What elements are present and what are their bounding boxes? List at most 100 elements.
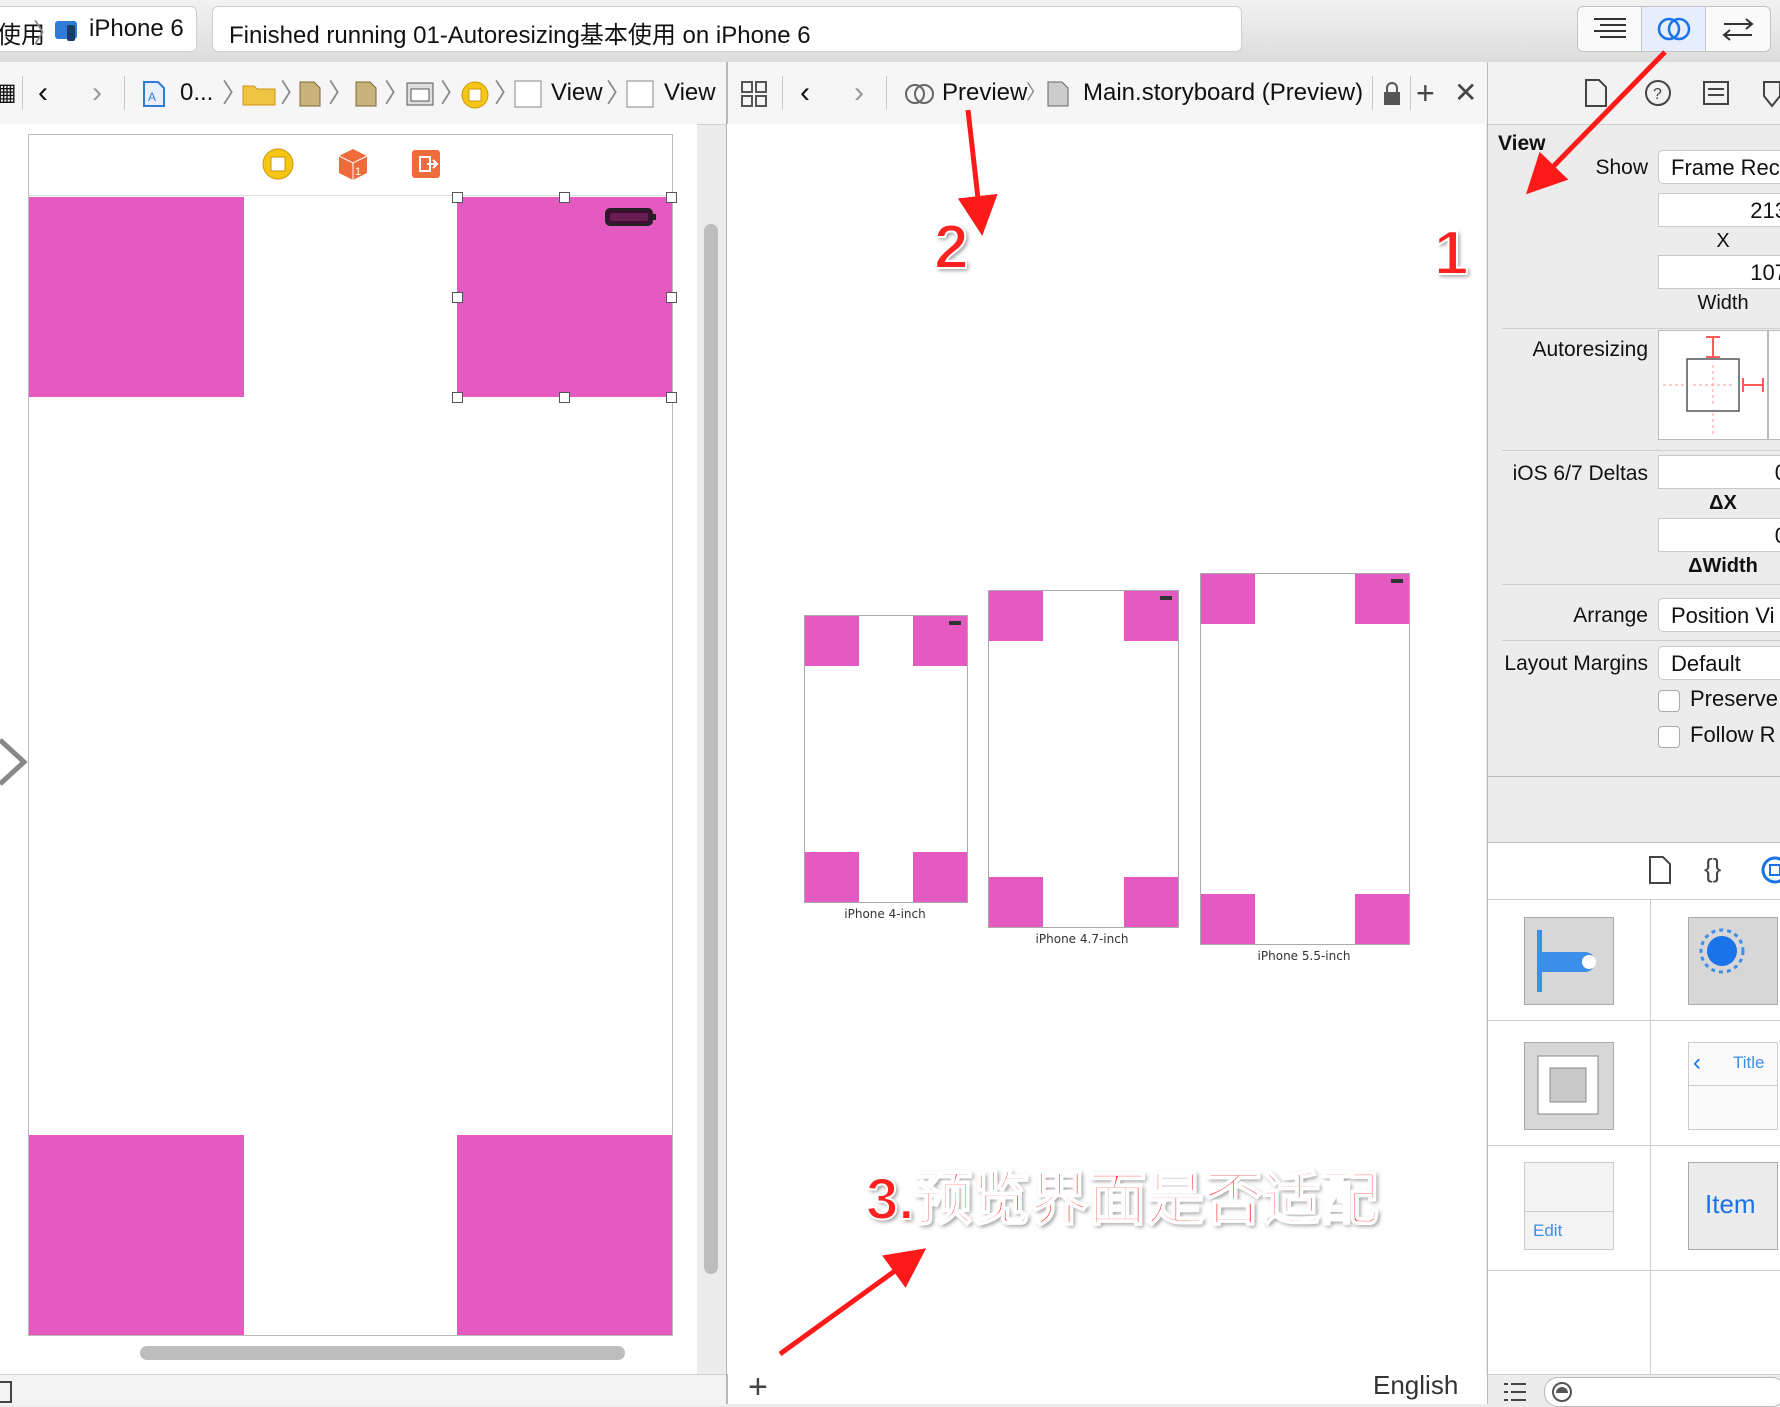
identity-inspector-icon[interactable] xyxy=(1702,80,1730,106)
top-right-view-selected[interactable] xyxy=(457,197,672,397)
back-arrow-icon[interactable]: ‹ xyxy=(38,62,48,124)
filter-icon xyxy=(1552,1382,1572,1402)
resize-handle[interactable] xyxy=(666,192,677,203)
device-preview-4-7inch[interactable] xyxy=(988,590,1179,928)
jump-project[interactable]: 0... xyxy=(180,62,213,124)
storyboard-base-icon[interactable] xyxy=(354,80,378,108)
outline-toggle-icon[interactable] xyxy=(0,1381,12,1403)
jump-file[interactable]: Main.storyboard (Preview) xyxy=(1083,62,1363,124)
autoresizing-mask-control[interactable] xyxy=(1658,330,1768,440)
top-right-view xyxy=(1124,591,1178,641)
library-item-slider[interactable] xyxy=(1524,917,1614,1005)
library-item-activity-indicator[interactable] xyxy=(1688,917,1778,1005)
folder-icon[interactable] xyxy=(242,82,276,108)
file-inspector-icon[interactable] xyxy=(1584,78,1608,108)
resize-handle[interactable] xyxy=(559,392,570,403)
bottom-right-view xyxy=(913,852,967,902)
editor-mode-version-button[interactable] xyxy=(1705,6,1771,52)
first-responder-icon[interactable]: 1 xyxy=(337,147,369,181)
arrange-popup[interactable]: Position Vi xyxy=(1658,598,1780,632)
jump-view-1[interactable]: View xyxy=(551,62,603,124)
storyboard-file-icon[interactable] xyxy=(298,80,322,108)
storyboard-canvas[interactable]: 1 xyxy=(0,124,718,1374)
resize-handle[interactable] xyxy=(452,292,463,303)
jump-preview[interactable]: Preview xyxy=(942,62,1027,124)
preserve-superview-margins-checkbox[interactable] xyxy=(1658,690,1680,712)
exit-icon[interactable] xyxy=(411,149,441,179)
device-preview-5-5inch[interactable] xyxy=(1200,573,1410,945)
bottom-right-view xyxy=(1355,894,1409,944)
attributes-inspector-icon[interactable] xyxy=(1760,78,1780,108)
library-item-view[interactable] xyxy=(1524,1042,1614,1130)
inspector-tab-bar: ? xyxy=(1488,62,1780,125)
preview-bottom-bar: + English xyxy=(728,1368,1487,1406)
top-left-view xyxy=(805,616,859,666)
left-jump-bar: ▦ ‹ › A 0... 〉 〉 〉 〉 〉 〉 View 〉 View xyxy=(0,62,727,125)
related-items-grid-icon[interactable] xyxy=(740,80,768,108)
bottom-left-view[interactable] xyxy=(29,1135,244,1335)
library-item-toolbar[interactable]: Edit xyxy=(1524,1162,1614,1250)
resize-handle[interactable] xyxy=(452,392,463,403)
top-left-view[interactable] xyxy=(29,197,244,397)
resize-handle[interactable] xyxy=(452,192,463,203)
status-text: Finished running 01-Autoresizing基本使用 on … xyxy=(229,22,811,49)
editor-mode-assistant-button[interactable] xyxy=(1641,6,1707,52)
view-controller-icon[interactable] xyxy=(460,80,490,109)
jump-view-2[interactable]: View xyxy=(664,62,716,124)
scene-icon[interactable] xyxy=(406,82,434,106)
library-item-bar-button-item[interactable]: Item xyxy=(1688,1162,1778,1250)
vertical-scrollbar[interactable] xyxy=(704,224,718,1274)
device-preview-4inch[interactable] xyxy=(804,615,968,903)
library-filter-field[interactable] xyxy=(1544,1377,1780,1407)
delta-width-label: ΔWidth xyxy=(1688,555,1758,577)
help-inspector-icon[interactable]: ? xyxy=(1643,78,1673,108)
svg-text:?: ? xyxy=(1653,86,1662,103)
editor-mode-standard-button[interactable] xyxy=(1577,6,1643,52)
assistant-rings-icon xyxy=(1657,17,1691,41)
resize-handle[interactable] xyxy=(666,292,677,303)
code-snippet-library-icon[interactable]: {} xyxy=(1704,853,1721,884)
library-item-navigation-bar[interactable]: ‹ Title xyxy=(1688,1042,1778,1130)
project-file-icon: A xyxy=(142,80,166,107)
library-tab-bar: {} xyxy=(1488,843,1780,900)
scheme-selector[interactable]: 使用 〉 iPhone 6 xyxy=(0,6,197,52)
add-device-icon[interactable]: + xyxy=(748,1368,768,1407)
delta-width-field[interactable]: 0 xyxy=(1658,518,1780,552)
storyboard-file-icon xyxy=(1046,80,1070,108)
top-right-view xyxy=(1355,574,1409,624)
resize-handle[interactable] xyxy=(559,192,570,203)
left-bottom-bar xyxy=(0,1374,726,1405)
file-template-library-icon[interactable] xyxy=(1648,855,1672,885)
activity-status-bar: Finished running 01-Autoresizing基本使用 on … xyxy=(212,6,1242,52)
forward-arrow-icon[interactable]: › xyxy=(854,62,864,124)
close-editor-icon[interactable]: ✕ xyxy=(1454,62,1477,124)
chevron-right-icon: 〉 xyxy=(1026,82,1046,104)
resize-handle[interactable] xyxy=(666,392,677,403)
horizontal-scrollbar[interactable] xyxy=(140,1346,625,1360)
lock-icon[interactable] xyxy=(1382,82,1402,106)
back-arrow-icon[interactable]: ‹ xyxy=(800,62,810,124)
x-field[interactable]: 213 xyxy=(1658,193,1780,227)
related-items-icon[interactable]: ▦ xyxy=(0,62,17,124)
list-view-icon[interactable] xyxy=(1502,1381,1528,1403)
layout-margins-popup[interactable]: Default xyxy=(1658,646,1780,680)
object-library-icon[interactable] xyxy=(1760,855,1780,885)
view-controller-scene[interactable]: 1 xyxy=(28,134,677,1336)
battery-icon xyxy=(1391,579,1403,583)
device-label: iPhone 4.7-inch xyxy=(1035,932,1129,946)
add-editor-icon[interactable]: + xyxy=(1416,62,1435,124)
preview-language[interactable]: English xyxy=(1373,1370,1458,1401)
delta-x-label: ΔX xyxy=(1709,492,1737,514)
view-controller-icon[interactable] xyxy=(261,147,295,181)
forward-arrow-icon[interactable]: › xyxy=(92,62,102,124)
width-field[interactable]: 107 xyxy=(1658,255,1780,289)
show-popup[interactable]: Frame Rec xyxy=(1658,150,1780,184)
annotation-step-1: 1 xyxy=(1433,218,1470,289)
delta-x-field[interactable]: 0 xyxy=(1658,455,1780,489)
x-label: X xyxy=(1716,230,1730,252)
follow-readable-width-checkbox[interactable] xyxy=(1658,726,1680,748)
activity-indicator-icon xyxy=(1699,928,1745,974)
deltas-label: iOS 6/7 Deltas xyxy=(1512,462,1648,485)
bottom-right-view[interactable] xyxy=(457,1135,672,1335)
autoresizing-label: Autoresizing xyxy=(1532,338,1648,361)
